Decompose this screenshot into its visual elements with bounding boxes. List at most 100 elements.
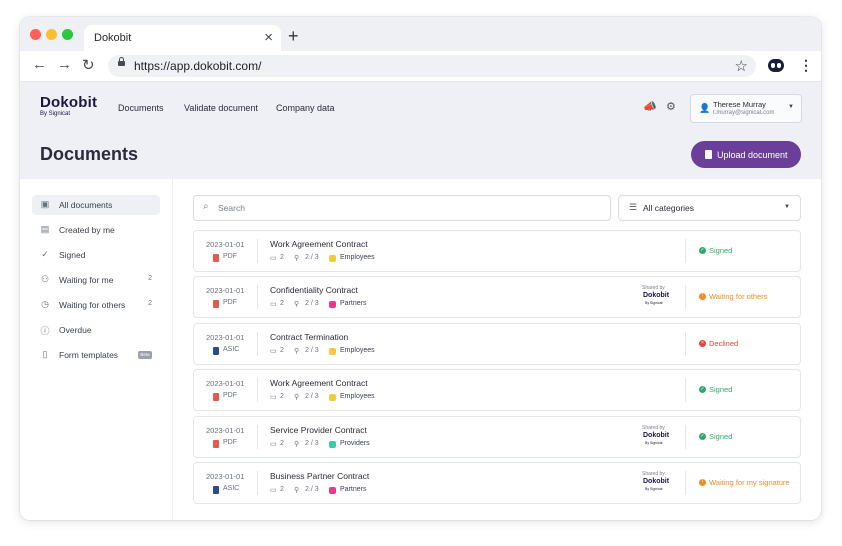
divider xyxy=(685,378,686,403)
extension-icon[interactable] xyxy=(768,59,784,72)
chevron-down-icon: ▼ xyxy=(788,104,794,110)
shared-by-label: Shared by xyxy=(642,471,665,477)
sidebar-item-created-by-me[interactable]: ▤ Created by me xyxy=(32,220,160,240)
status-icon: × xyxy=(699,339,706,347)
bookmark-star-icon[interactable]: ☆ xyxy=(735,57,748,75)
browser-tab[interactable]: Dokobit × xyxy=(84,25,281,51)
document-date: 2023-01-01 xyxy=(206,425,245,435)
close-window-dot[interactable] xyxy=(30,29,41,40)
divider xyxy=(257,378,258,403)
sidebar-item-label: All documents xyxy=(59,200,113,210)
document-date: 2023-01-01 xyxy=(206,286,245,296)
back-icon[interactable]: ← xyxy=(32,56,47,73)
document-title[interactable]: Confidentiality Contract xyxy=(270,285,358,295)
category-color-dot xyxy=(329,301,336,309)
sidebar: ▣ All documents ▤ Created by me ✓ Signed ⚇ Wait… xyxy=(20,179,173,520)
document-title[interactable]: Contract Termination xyxy=(270,332,348,342)
signer-icon: ⚲ xyxy=(294,440,300,448)
document-title[interactable]: Work Agreement Contract xyxy=(270,239,368,249)
status-icon: ✓ xyxy=(699,386,706,394)
comment-icon: ▭ xyxy=(270,487,277,494)
document-row[interactable]: 2023-01-01 PDF Work Agreement Contract ▭ 2 ⚲ 2… xyxy=(193,230,801,272)
reload-icon[interactable]: ↻ xyxy=(82,56,95,74)
sidebar-item-overdue[interactable]: ⓘ Overdue xyxy=(32,320,160,340)
nav-validate-document[interactable]: Validate document xyxy=(184,103,258,113)
comment-count: 2 xyxy=(280,486,284,493)
address-bar[interactable]: https://app.dokobit.com/ ☆ xyxy=(108,55,756,77)
status-icon: ✓ xyxy=(699,247,706,254)
url-text: https://app.dokobit.com/ xyxy=(134,59,262,73)
browser-menu-icon[interactable]: ⋮ xyxy=(799,57,813,74)
document-title[interactable]: Work Agreement Contract xyxy=(270,378,368,388)
new-tab-icon[interactable]: + xyxy=(288,26,299,47)
file-type-icon xyxy=(213,254,219,262)
signer-icon: ⚲ xyxy=(294,301,300,309)
divider xyxy=(257,471,258,495)
people-icon: ⚇ xyxy=(40,274,50,284)
divider xyxy=(257,331,258,356)
address-bar-row: ← → ↻ https://app.dokobit.com/ ☆ ⋮ xyxy=(20,51,821,82)
alert-circle-icon: ⓘ xyxy=(40,326,50,336)
sidebar-item-waiting-for-others[interactable]: ◷ Waiting for others 2 xyxy=(32,295,160,315)
signer-count: 2 / 3 xyxy=(305,300,319,308)
nav-documents[interactable]: Documents xyxy=(118,103,164,113)
category-color-dot xyxy=(329,394,336,402)
signer-count: 2 / 3 xyxy=(305,393,319,401)
inbox-icon: ▣ xyxy=(40,199,50,209)
category-color-dot xyxy=(329,487,336,494)
search-input[interactable]: ⌕ Search xyxy=(193,195,611,221)
document-row[interactable]: 2023-01-01 PDF Work Agreement Contract ▭ 2 ⚲ 2… xyxy=(193,369,801,412)
divider xyxy=(685,285,686,310)
divider xyxy=(685,471,686,495)
category-select[interactable]: ☰ All categories ▼ xyxy=(618,195,801,221)
forward-icon[interactable]: → xyxy=(57,56,72,73)
user-name: Therese Murray xyxy=(713,100,766,109)
sidebar-item-waiting-for-me[interactable]: ⚇ Waiting for me 2 xyxy=(32,270,160,290)
category-color-dot xyxy=(329,255,336,262)
divider xyxy=(685,424,686,449)
filter-icon: ☰ xyxy=(629,202,638,212)
megaphone-icon[interactable]: 📣 xyxy=(643,100,657,113)
dokobit-logo[interactable]: Dokobit xyxy=(40,94,97,111)
minimize-window-dot[interactable] xyxy=(46,29,57,40)
status-icon: ! xyxy=(699,479,706,486)
file-type: PDF xyxy=(223,253,237,260)
upload-label: Upload document xyxy=(717,150,788,160)
file-type: ASIC xyxy=(223,345,240,353)
document-row[interactable]: 2023-01-01 PDF Confidentiality Contract ▭ 2 ⚲… xyxy=(193,276,801,319)
divider xyxy=(257,424,258,449)
person-card-icon: ▤ xyxy=(40,224,50,234)
comment-count: 2 xyxy=(280,346,284,354)
document-title[interactable]: Service Provider Contract xyxy=(270,425,367,435)
upload-document-button[interactable]: Upload document xyxy=(691,141,801,168)
document-date: 2023-01-01 xyxy=(206,332,245,342)
signer-count: 2 / 3 xyxy=(305,486,319,493)
sidebar-item-all-documents[interactable]: ▣ All documents xyxy=(32,195,160,215)
user-menu[interactable]: 👤 Therese Murray t.murray@signicat.com ▼ xyxy=(690,94,802,123)
sidebar-item-signed[interactable]: ✓ Signed xyxy=(32,245,160,265)
status-badge: Signed xyxy=(709,246,733,255)
comment-icon: ▭ xyxy=(270,301,277,309)
clock-icon: ◷ xyxy=(41,299,49,309)
file-type-icon xyxy=(213,300,219,309)
category-color-dot xyxy=(329,347,336,355)
maximize-window-dot[interactable] xyxy=(62,29,73,40)
document-row[interactable]: 2023-01-01 PDF Service Provider Contract ▭ 2… xyxy=(193,415,801,458)
sidebar-item-form-templates[interactable]: ▯ Form templates Beta xyxy=(32,345,160,365)
document-date: 2023-01-01 xyxy=(206,472,245,481)
status-badge: Waiting for my signature xyxy=(709,478,790,487)
status-badge: Signed xyxy=(709,385,733,395)
nav-company-data[interactable]: Company data xyxy=(276,103,335,113)
chevron-down-icon: ▼ xyxy=(784,204,790,210)
beta-badge: Beta xyxy=(138,351,152,359)
shared-by-logo-sub: By Signicat xyxy=(645,487,663,491)
document-row[interactable]: 2023-01-01 ASIC Contract Termination ▭ 2 ⚲ 2 /… xyxy=(193,322,801,365)
document-row[interactable]: 2023-01-01 ASIC Business Partner Contract ▭… xyxy=(193,462,801,504)
gear-icon[interactable]: ⚙ xyxy=(666,100,676,113)
signer-icon: ⚲ xyxy=(294,255,300,262)
shared-by-logo: Dokobit xyxy=(643,478,670,485)
logo-subtitle: By Signicat xyxy=(40,111,71,117)
tab-close-icon[interactable]: × xyxy=(264,29,273,46)
document-category: Partners xyxy=(340,300,367,308)
document-title[interactable]: Business Partner Contract xyxy=(270,471,369,481)
